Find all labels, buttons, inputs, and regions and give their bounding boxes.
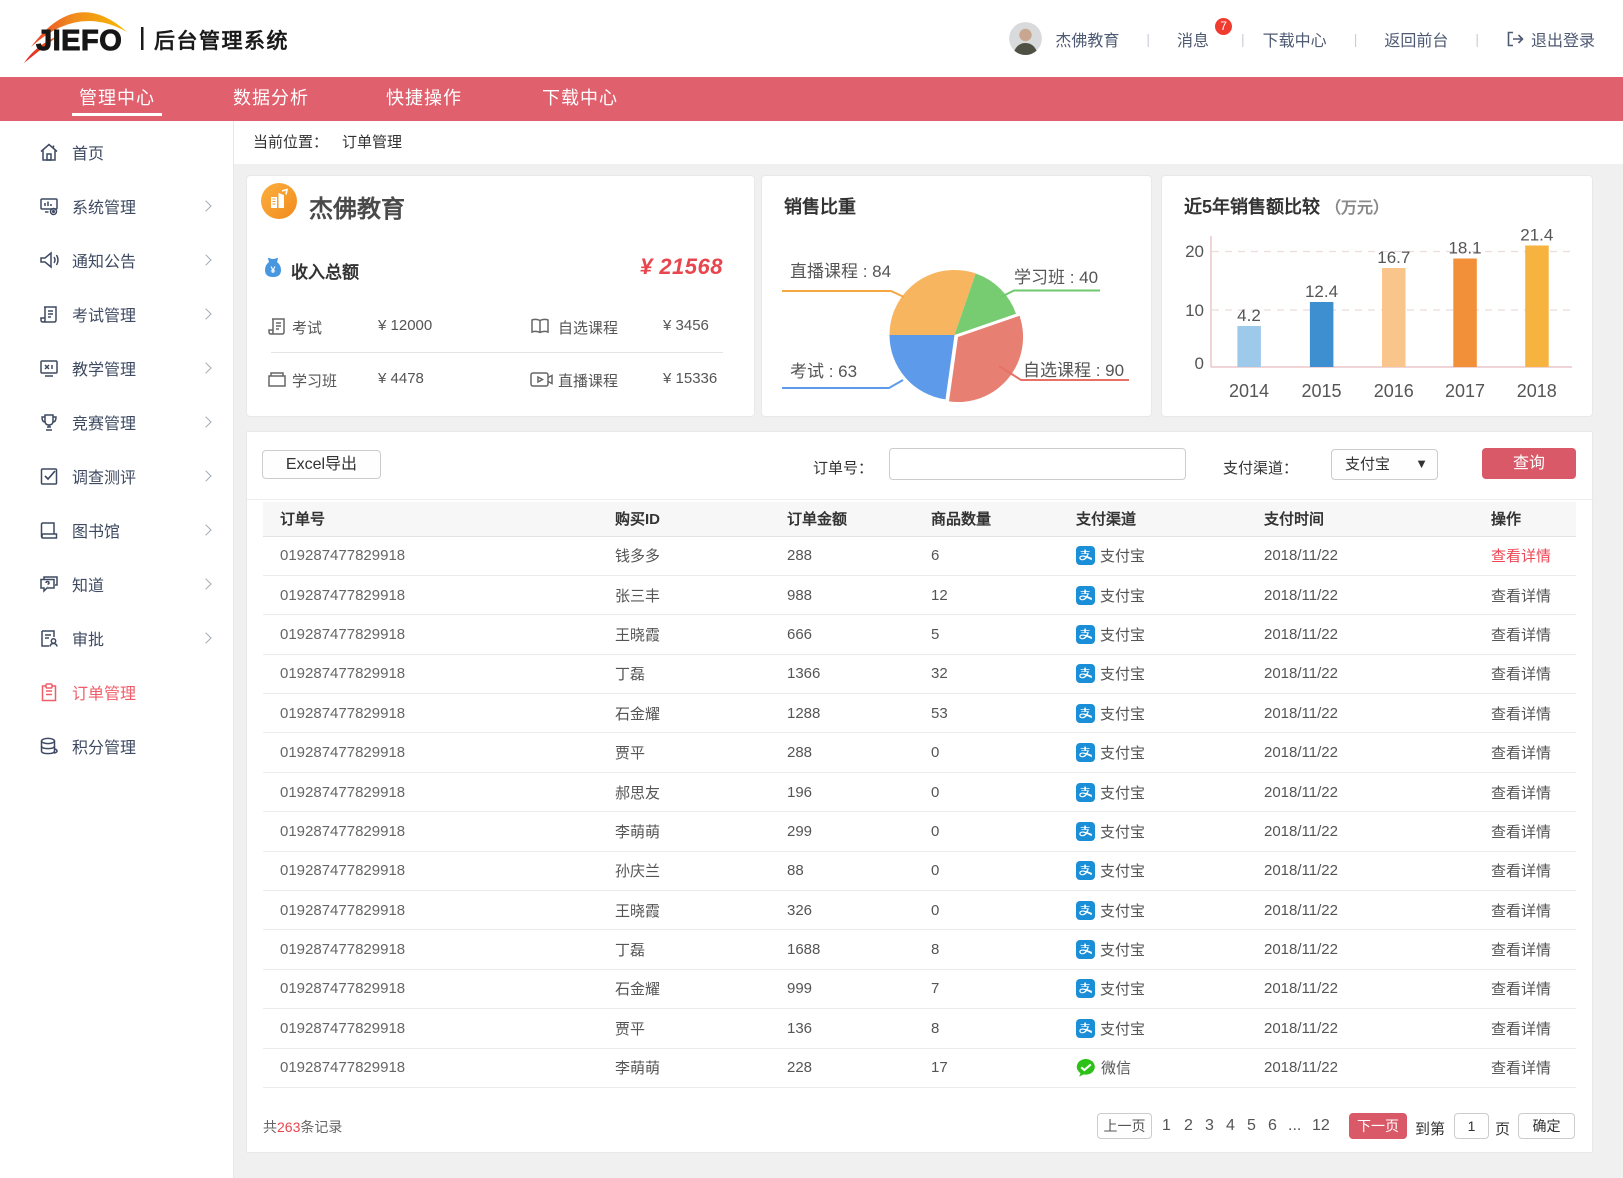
- svg-text:自选课程 : 90: 自选课程 : 90: [1023, 361, 1124, 380]
- svg-text:0: 0: [1195, 354, 1204, 373]
- svg-text:12.4: 12.4: [1305, 282, 1338, 301]
- svg-text:4.2: 4.2: [1237, 306, 1261, 325]
- svg-text:JIEFO: JIEFO: [36, 25, 122, 57]
- svg-text:直播课程 : 84: 直播课程 : 84: [790, 262, 891, 281]
- svg-text:¥: ¥: [270, 265, 275, 275]
- svg-text:后台管理系统: 后台管理系统: [154, 29, 289, 53]
- svg-text:16.7: 16.7: [1377, 248, 1410, 267]
- svg-text:学习班 : 40: 学习班 : 40: [1014, 268, 1098, 287]
- svg-text:2015: 2015: [1301, 381, 1341, 401]
- svg-text:10: 10: [1185, 301, 1204, 320]
- svg-text:考试 : 63: 考试 : 63: [790, 362, 857, 381]
- svg-text:2018: 2018: [1517, 381, 1557, 401]
- svg-text:2017: 2017: [1445, 381, 1485, 401]
- svg-text:21.4: 21.4: [1520, 226, 1553, 245]
- svg-text:2016: 2016: [1374, 381, 1414, 401]
- svg-text:2014: 2014: [1229, 381, 1269, 401]
- svg-text:20: 20: [1185, 242, 1204, 261]
- svg-text:18.1: 18.1: [1448, 239, 1481, 258]
